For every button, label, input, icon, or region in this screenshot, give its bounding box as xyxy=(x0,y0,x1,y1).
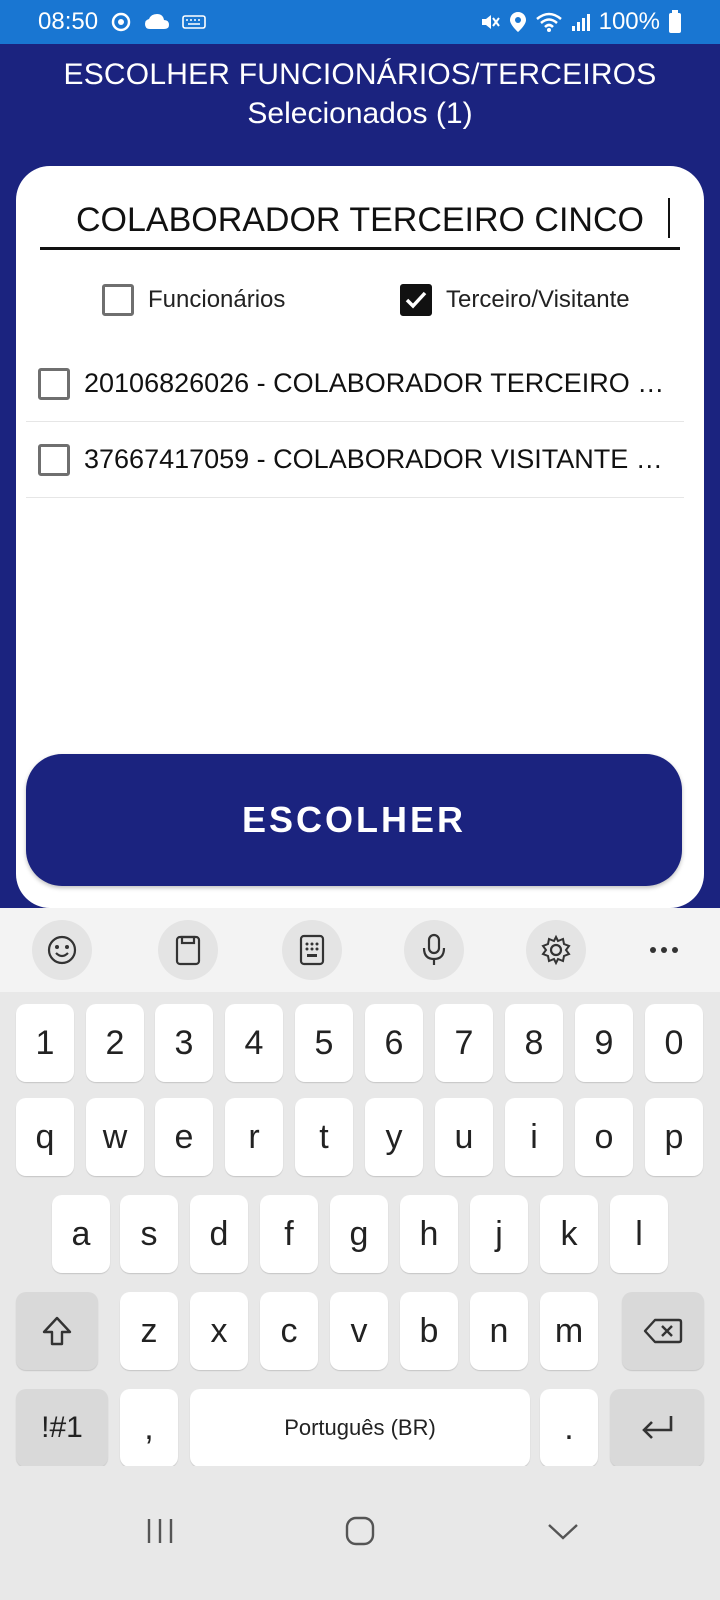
results-list: 20106826026 - COLABORADOR TERCEIRO CINCO… xyxy=(26,346,684,498)
battery-percent: 100% xyxy=(598,8,660,35)
checkmark-icon xyxy=(405,291,427,309)
settings-icon[interactable] xyxy=(526,920,586,980)
key-m[interactable]: m xyxy=(540,1292,598,1370)
sync-icon xyxy=(110,11,132,33)
key-b[interactable]: b xyxy=(400,1292,458,1370)
page-title: ESCOLHER FUNCIONÁRIOS/TERCEIROS xyxy=(63,58,657,91)
cloud-icon xyxy=(144,13,170,31)
key-x[interactable]: x xyxy=(190,1292,248,1370)
wifi-icon xyxy=(535,11,563,33)
keyboard-status-icon xyxy=(182,14,206,30)
text-cursor xyxy=(668,198,670,238)
key-7[interactable]: 7 xyxy=(435,1004,493,1082)
key-c[interactable]: c xyxy=(260,1292,318,1370)
enter-icon xyxy=(642,1416,673,1439)
key-u[interactable]: u xyxy=(435,1098,493,1176)
key-0[interactable]: 0 xyxy=(645,1004,703,1082)
list-item[interactable]: 37667417059 - COLABORADOR VISITANTE CINC… xyxy=(26,422,684,498)
key-e[interactable]: e xyxy=(155,1098,213,1176)
key-4[interactable]: 4 xyxy=(225,1004,283,1082)
backspace-icon xyxy=(643,1318,683,1344)
list-item[interactable]: 20106826026 - COLABORADOR TERCEIRO CINCO xyxy=(26,346,684,422)
backspace-key[interactable] xyxy=(622,1292,704,1370)
key-s[interactable]: s xyxy=(120,1195,178,1273)
key-o[interactable]: o xyxy=(575,1098,633,1176)
key-9[interactable]: 9 xyxy=(575,1004,633,1082)
key-5[interactable]: 5 xyxy=(295,1004,353,1082)
home-icon[interactable] xyxy=(330,1506,390,1556)
navigation-bar xyxy=(0,1466,720,1600)
key-k[interactable]: k xyxy=(540,1195,598,1273)
search-input[interactable] xyxy=(40,194,680,246)
filter-terceiro-visitante[interactable]: Terceiro/Visitante xyxy=(400,284,630,316)
comma-key[interactable]: , xyxy=(120,1389,178,1467)
key-1[interactable]: 1 xyxy=(16,1004,74,1082)
page-header: ESCOLHER FUNCIONÁRIOS/TERCEIROS Selecion… xyxy=(0,44,720,166)
key-g[interactable]: g xyxy=(330,1195,388,1273)
key-y[interactable]: y xyxy=(365,1098,423,1176)
recent-apps-icon[interactable] xyxy=(130,1506,190,1556)
key-h[interactable]: h xyxy=(400,1195,458,1273)
key-8[interactable]: 8 xyxy=(505,1004,563,1082)
search-field[interactable] xyxy=(40,194,680,250)
microphone-icon[interactable] xyxy=(404,920,464,980)
list-item-label: 37667417059 - COLABORADOR VISITANTE CINC… xyxy=(84,444,674,474)
back-down-icon[interactable] xyxy=(533,1506,593,1556)
key-3[interactable]: 3 xyxy=(155,1004,213,1082)
period-key[interactable]: . xyxy=(540,1389,598,1467)
key-n[interactable]: n xyxy=(470,1292,528,1370)
key-j[interactable]: j xyxy=(470,1195,528,1273)
key-2[interactable]: 2 xyxy=(86,1004,144,1082)
keyboard-toolbar xyxy=(0,908,720,992)
location-icon xyxy=(509,11,527,33)
key-v[interactable]: v xyxy=(330,1292,388,1370)
selected-count: Selecionados (1) xyxy=(247,97,473,130)
key-d[interactable]: d xyxy=(190,1195,248,1273)
enter-key[interactable] xyxy=(610,1389,704,1467)
symbols-key[interactable]: !#1 xyxy=(16,1389,108,1467)
key-l[interactable]: l xyxy=(610,1195,668,1273)
filter-funcionarios-label: Funcionários xyxy=(148,286,286,313)
checkbox-funcionarios[interactable] xyxy=(102,284,134,316)
status-time: 08:50 xyxy=(38,8,99,35)
key-t[interactable]: t xyxy=(295,1098,353,1176)
choose-button[interactable]: ESCOLHER xyxy=(26,754,682,886)
key-q[interactable]: q xyxy=(16,1098,74,1176)
filter-funcionarios[interactable]: Funcionários xyxy=(102,284,285,316)
list-item-checkbox[interactable] xyxy=(38,367,70,400)
shift-key[interactable] xyxy=(16,1292,98,1370)
key-w[interactable]: w xyxy=(86,1098,144,1176)
mute-icon xyxy=(479,11,501,33)
list-item-checkbox[interactable] xyxy=(38,443,70,476)
more-icon[interactable] xyxy=(634,920,694,980)
emoji-icon[interactable] xyxy=(32,920,92,980)
key-6[interactable]: 6 xyxy=(365,1004,423,1082)
keypad-icon[interactable] xyxy=(282,920,342,980)
signal-icon xyxy=(571,12,591,32)
key-r[interactable]: r xyxy=(225,1098,283,1176)
key-a[interactable]: a xyxy=(52,1195,110,1273)
key-p[interactable]: p xyxy=(645,1098,703,1176)
space-key[interactable]: Português (BR) xyxy=(190,1389,530,1467)
selection-card: Funcionários Terceiro/Visitante 20106826… xyxy=(16,166,704,908)
keyboard: 1 2 3 4 5 6 7 8 9 0 q w e r t y u i o p … xyxy=(0,992,720,1467)
key-z[interactable]: z xyxy=(120,1292,178,1370)
status-bar: 08:50 100% xyxy=(0,0,720,44)
filter-options: Funcionários Terceiro/Visitante xyxy=(16,284,704,328)
key-i[interactable]: i xyxy=(505,1098,563,1176)
battery-icon xyxy=(668,10,682,34)
filter-terceiro-visitante-label: Terceiro/Visitante xyxy=(446,286,630,313)
clipboard-icon[interactable] xyxy=(158,920,218,980)
key-f[interactable]: f xyxy=(260,1195,318,1273)
checkbox-terceiro-visitante[interactable] xyxy=(400,284,432,316)
list-item-label: 20106826026 - COLABORADOR TERCEIRO CINCO xyxy=(84,368,674,398)
shift-icon xyxy=(42,1316,72,1346)
